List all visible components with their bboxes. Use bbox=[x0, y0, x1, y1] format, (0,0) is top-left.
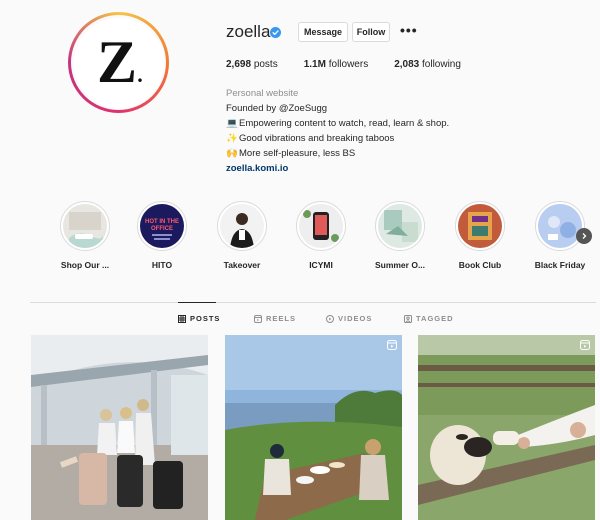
followers-stat[interactable]: 1.1M followers bbox=[304, 59, 368, 70]
profile-stats: 2,698 posts 1.1M followers 2,083 followi… bbox=[226, 59, 487, 70]
verified-badge-icon bbox=[270, 25, 281, 43]
zoella-logo: Z . bbox=[73, 17, 164, 108]
tab-label: POSTS bbox=[190, 314, 221, 323]
avatar-border: Z . bbox=[71, 15, 166, 110]
post-thumbnail[interactable] bbox=[418, 335, 595, 520]
active-tab-indicator bbox=[178, 302, 216, 303]
followers-label: followers bbox=[328, 59, 369, 70]
grid-icon bbox=[178, 314, 186, 323]
tab-videos[interactable]: VIDEOS bbox=[326, 314, 372, 323]
profile-website-link[interactable]: zoella.komi.io bbox=[226, 161, 449, 176]
post-thumbnail[interactable] bbox=[31, 335, 208, 520]
highlights-next-arrow-icon[interactable] bbox=[576, 228, 592, 244]
highlight-cover-image bbox=[299, 204, 343, 248]
follow-button[interactable]: Follow bbox=[352, 22, 390, 42]
following-label: following bbox=[422, 59, 461, 70]
tab-tagged[interactable]: TAGGED bbox=[404, 314, 454, 323]
highlight-cover-image bbox=[458, 204, 502, 248]
highlight-takeover[interactable]: Takeover bbox=[207, 201, 277, 270]
tab-reels[interactable]: REELS bbox=[254, 314, 296, 323]
svg-text:OFFICE: OFFICE bbox=[151, 226, 173, 232]
more-options-icon[interactable]: ••• bbox=[400, 22, 418, 38]
hito-cover-text: HOT IN THE bbox=[145, 219, 179, 225]
reel-indicator-icon bbox=[387, 340, 397, 350]
bio-line-pleasure: 🙌More self-pleasure, less BS bbox=[226, 146, 449, 161]
highlight-icymi[interactable]: ICYMI bbox=[286, 201, 356, 270]
tabs-divider bbox=[30, 302, 596, 303]
highlight-cover-ring bbox=[455, 201, 505, 251]
svg-text:Z: Z bbox=[96, 29, 136, 95]
svg-text:.: . bbox=[137, 62, 143, 87]
bio-line-1-text: Founded by @ZoeSugg bbox=[226, 103, 328, 114]
highlight-label: Summer O... bbox=[374, 260, 426, 270]
highlight-label: Book Club bbox=[458, 260, 502, 270]
post-airport-image bbox=[31, 335, 208, 520]
following-stat[interactable]: 2,083 following bbox=[394, 59, 461, 70]
highlight-cover-ring bbox=[375, 201, 425, 251]
highlight-cover-ring bbox=[60, 201, 110, 251]
highlight-label: HITO bbox=[151, 260, 173, 270]
highlight-cover-ring bbox=[296, 201, 346, 251]
highlight-cover-ring: HOT IN THE OFFICE bbox=[137, 201, 187, 251]
bio-line-empowering: 💻Empowering content to watch, read, lear… bbox=[226, 116, 449, 131]
highlight-cover-image bbox=[538, 204, 582, 248]
tab-label: REELS bbox=[266, 314, 297, 323]
tab-label: VIDEOS bbox=[338, 314, 373, 323]
message-button[interactable]: Message bbox=[298, 22, 348, 42]
highlight-cover-image bbox=[63, 204, 107, 248]
raised-hands-icon: 🙌 bbox=[226, 148, 238, 159]
highlight-cover-image: HOT IN THE OFFICE bbox=[140, 204, 184, 248]
tab-label: TAGGED bbox=[416, 314, 454, 323]
play-icon bbox=[326, 314, 334, 323]
tab-posts[interactable]: POSTS bbox=[178, 314, 220, 323]
highlight-label: Shop Our ... bbox=[60, 260, 110, 270]
posts-label: posts bbox=[253, 59, 278, 70]
highlight-shop[interactable]: Shop Our ... bbox=[50, 201, 120, 270]
sparkles-icon: ✨ bbox=[226, 133, 238, 144]
posts-stat: 2,698 posts bbox=[226, 59, 278, 70]
highlight-cover-ring bbox=[217, 201, 267, 251]
bio-line-3-text: Good vibrations and breaking taboos bbox=[239, 133, 395, 144]
bio-line-founded: Founded by @ZoeSugg bbox=[226, 101, 449, 116]
profile-bio: Personal website Founded by @ZoeSugg 💻Em… bbox=[226, 86, 449, 176]
highlight-label: Black Friday bbox=[534, 260, 586, 270]
posts-count: 2,698 bbox=[226, 59, 252, 70]
laptop-icon: 💻 bbox=[226, 118, 238, 129]
profile-category: Personal website bbox=[226, 88, 299, 99]
followers-count: 1.1M bbox=[303, 59, 326, 70]
following-count: 2,083 bbox=[394, 59, 420, 70]
bio-line-4-text: More self-pleasure, less BS bbox=[239, 148, 356, 159]
tag-icon bbox=[404, 314, 412, 323]
reel-indicator-icon bbox=[580, 340, 590, 350]
post-picnic-image bbox=[225, 335, 402, 520]
highlight-label: Takeover bbox=[223, 260, 261, 270]
highlight-cover-ring bbox=[535, 201, 585, 251]
highlight-cover-image bbox=[378, 204, 422, 248]
post-sheep-image bbox=[418, 335, 595, 520]
highlight-cover-image bbox=[220, 204, 264, 248]
reels-icon bbox=[254, 314, 262, 323]
bio-line-vibrations: ✨Good vibrations and breaking taboos bbox=[226, 131, 449, 146]
highlight-label: ICYMI bbox=[309, 260, 333, 270]
bio-line-2-text: Empowering content to watch, read, learn… bbox=[239, 118, 450, 129]
highlight-summer[interactable]: Summer O... bbox=[365, 201, 435, 270]
highlight-book-club[interactable]: Book Club bbox=[445, 201, 515, 270]
profile-avatar[interactable]: Z . bbox=[68, 12, 169, 113]
post-thumbnail[interactable] bbox=[225, 335, 402, 520]
highlight-hito[interactable]: HOT IN THE OFFICE HITO bbox=[127, 201, 197, 270]
profile-username: zoella bbox=[226, 22, 271, 41]
